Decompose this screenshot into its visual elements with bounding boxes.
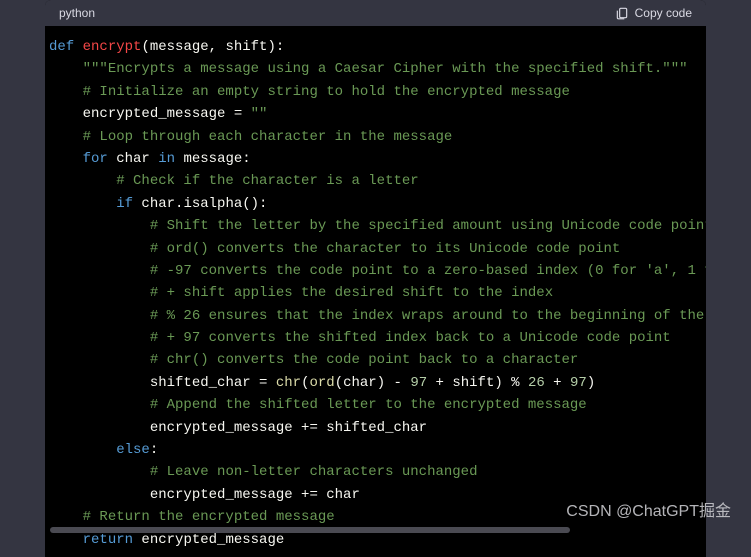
copy-code-label: Copy code	[635, 6, 692, 20]
code-header: python Copy code	[45, 0, 706, 26]
code-content: def encrypt(message, shift): """Encrypts…	[45, 36, 706, 551]
code-block: python Copy code def encrypt(message, sh…	[45, 0, 706, 557]
copy-code-button[interactable]: Copy code	[615, 6, 692, 20]
horizontal-scrollbar[interactable]	[50, 527, 570, 533]
watermark-text: CSDN @ChatGPT掘金	[566, 497, 731, 521]
clipboard-icon	[615, 6, 629, 20]
code-body: def encrypt(message, shift): """Encrypts…	[45, 26, 706, 557]
language-label: python	[59, 6, 95, 20]
